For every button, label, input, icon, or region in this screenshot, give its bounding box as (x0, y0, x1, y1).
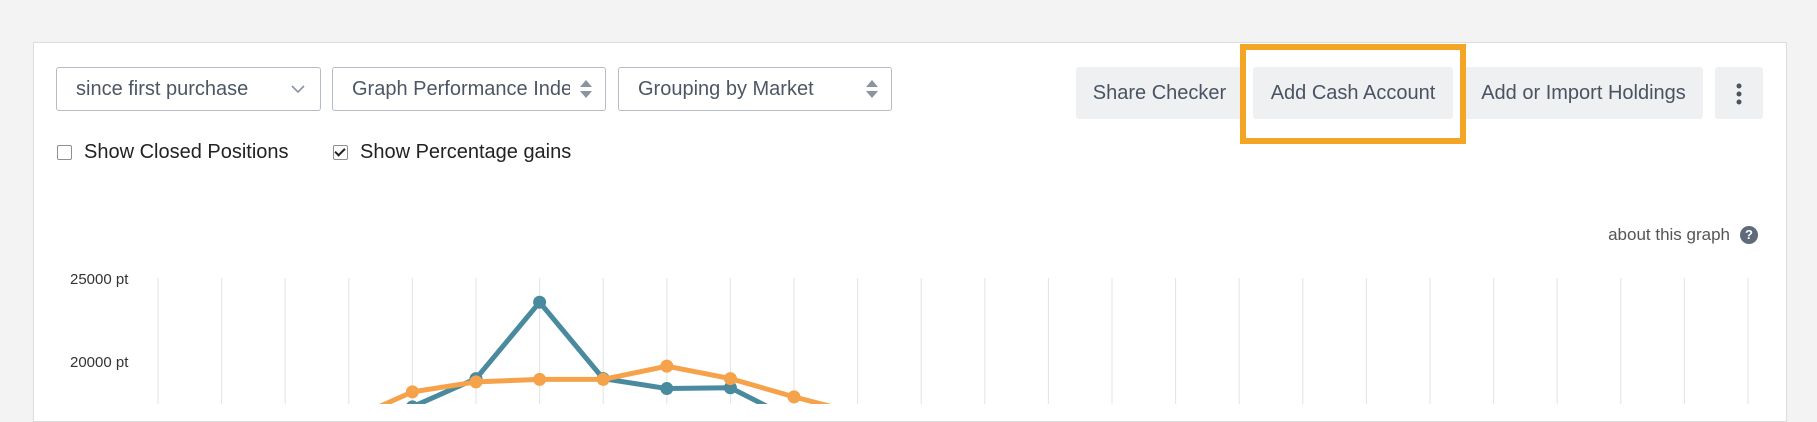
more-options-button[interactable] (1715, 67, 1763, 119)
sort-arrows-icon (866, 80, 878, 98)
period-select[interactable]: since first purchase (56, 67, 321, 111)
show-closed-label: Show Closed Positions (84, 140, 289, 163)
about-this-graph-label: about this graph (1608, 225, 1730, 244)
show-percentage-label: Show Percentage gains (360, 140, 572, 163)
add-import-holdings-button[interactable]: Add or Import Holdings (1464, 67, 1703, 119)
question-circle-icon: ? (1740, 226, 1758, 244)
grouping-select[interactable]: Grouping by Market (618, 67, 892, 111)
sort-arrows-icon (580, 80, 592, 98)
graph-type-select[interactable]: Graph Performance Index (332, 67, 606, 111)
period-select-value: since first purchase (76, 78, 249, 100)
vertical-ellipsis-icon (1736, 83, 1742, 105)
show-closed-checkbox-box[interactable] (57, 144, 72, 160)
highlight-box (1240, 44, 1466, 144)
share-checker-button[interactable]: Share Checker (1076, 67, 1243, 119)
chevron-down-icon (291, 85, 305, 94)
grouping-select-value: Grouping by Market (638, 78, 814, 100)
show-percentage-gains-checkbox[interactable]: Show Percentage gains (333, 141, 571, 163)
show-closed-positions-checkbox[interactable]: Show Closed Positions (57, 141, 289, 163)
graph-type-select-value: Graph Performance Index (352, 78, 570, 100)
show-percentage-checkbox-box[interactable] (333, 144, 348, 160)
about-this-graph-link[interactable]: about this graph ? (1608, 225, 1758, 245)
